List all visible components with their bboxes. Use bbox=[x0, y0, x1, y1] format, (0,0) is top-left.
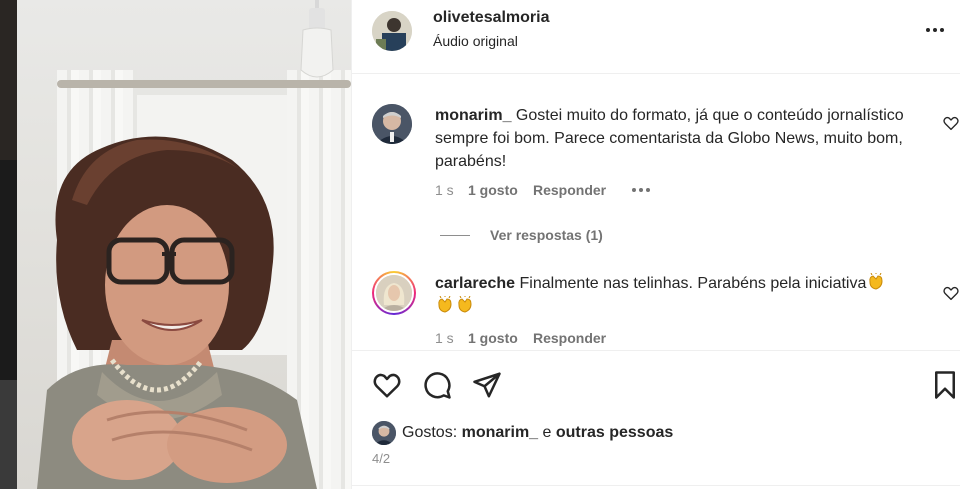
comment-likes[interactable]: 1 gosto bbox=[468, 182, 533, 198]
comment-like-heart-icon[interactable] bbox=[942, 284, 960, 302]
post-date[interactable]: 4/2 bbox=[372, 451, 390, 466]
post-actions: Gostos: monarim_ e outras pessoas 4/2 bbox=[352, 350, 960, 489]
comment-username[interactable]: monarim_ bbox=[435, 107, 511, 124]
liker-username[interactable]: monarim_ bbox=[462, 424, 538, 441]
commenter-avatar-story-ring[interactable] bbox=[372, 271, 416, 315]
background-strip-top bbox=[0, 0, 17, 160]
comment-text: monarim_ Gostei muito do formato, já que… bbox=[435, 104, 905, 173]
comment-icon[interactable] bbox=[422, 370, 452, 400]
likes-prefix: Gostos: bbox=[402, 424, 458, 441]
comment-time: 1 s bbox=[435, 182, 454, 198]
likes-summary: Gostos: monarim_ e outras pessoas bbox=[372, 421, 673, 445]
liker-avatar[interactable] bbox=[372, 421, 396, 445]
likes-others-link[interactable]: outras pessoas bbox=[556, 424, 673, 441]
comment-meta: 1 s 1 gosto Responder bbox=[435, 330, 606, 346]
comment-meta: 1 s 1 gosto Responder bbox=[435, 182, 651, 198]
reply-button[interactable]: Responder bbox=[533, 182, 606, 198]
comment-username[interactable]: carlareche bbox=[435, 275, 515, 292]
likes-connector: e bbox=[542, 424, 552, 441]
background-strip-bottom bbox=[0, 380, 17, 489]
avatar-image bbox=[372, 11, 412, 51]
view-replies-button[interactable]: Ver respostas (1) bbox=[440, 227, 603, 243]
person-image bbox=[37, 136, 317, 489]
comment-more-icon[interactable] bbox=[632, 188, 651, 192]
clapping-hands-emoji-icon bbox=[438, 296, 452, 313]
divider-line bbox=[440, 234, 470, 236]
heart-icon[interactable] bbox=[372, 370, 402, 400]
reply-button[interactable]: Responder bbox=[533, 330, 606, 346]
clapping-hands-emoji-icon bbox=[458, 296, 472, 313]
post-media[interactable] bbox=[17, 0, 351, 489]
avatar-image bbox=[372, 421, 396, 445]
author-avatar[interactable] bbox=[372, 11, 412, 51]
divider bbox=[352, 485, 960, 486]
comment-likes[interactable]: 1 gosto bbox=[468, 330, 533, 346]
more-options-icon[interactable] bbox=[920, 20, 950, 40]
avatar-image bbox=[376, 275, 412, 311]
post-details-panel: olivetesalmoria Áudio original monarim_ … bbox=[351, 0, 960, 489]
audio-link[interactable]: Áudio original bbox=[433, 33, 518, 49]
background-strip bbox=[0, 0, 17, 489]
view-replies-label: Ver respostas (1) bbox=[490, 227, 603, 243]
send-icon[interactable] bbox=[472, 370, 502, 400]
commenter-avatar[interactable] bbox=[372, 104, 412, 144]
likes-text: Gostos: monarim_ e outras pessoas bbox=[402, 424, 673, 442]
comment-time: 1 s bbox=[435, 330, 454, 346]
avatar-image bbox=[372, 104, 412, 144]
author-username[interactable]: olivetesalmoria bbox=[433, 9, 550, 27]
comment-text: carlareche Finalmente nas telinhas. Para… bbox=[435, 272, 905, 318]
post-header: olivetesalmoria Áudio original bbox=[352, 0, 960, 74]
comment-like-heart-icon[interactable] bbox=[942, 114, 960, 132]
bookmark-icon[interactable] bbox=[930, 370, 960, 400]
comment-body: Finalmente nas telinhas. Parabéns pela i… bbox=[519, 275, 867, 292]
clapping-hands-emoji-icon bbox=[869, 273, 883, 290]
